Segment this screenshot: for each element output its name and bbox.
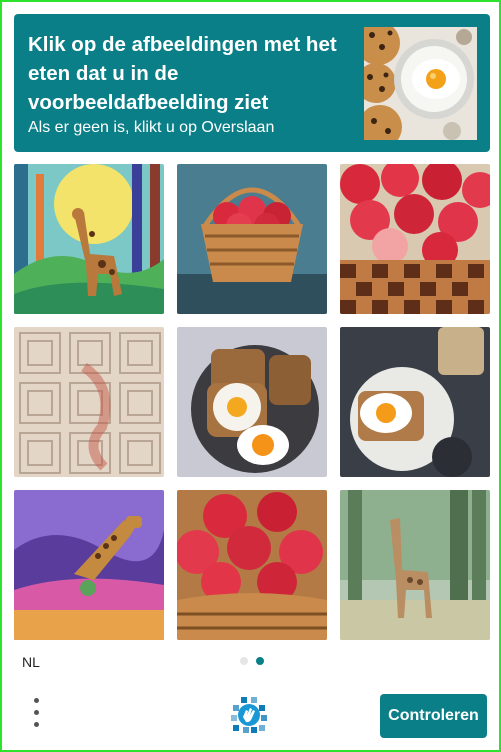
image-tile-apple-basket-closeup[interactable] xyxy=(177,490,327,640)
challenge-subtitle: Als er geen is, klikt u op Overslaan xyxy=(28,119,275,136)
page-dot-1 xyxy=(240,657,248,665)
challenge-header: Klik op de afbeeldingen met het eten dat… xyxy=(14,14,490,152)
sample-image xyxy=(364,27,477,140)
image-tile-egg-toast[interactable] xyxy=(177,327,327,477)
image-tile-giraffe-forest[interactable] xyxy=(14,164,164,314)
page-dot-2-active xyxy=(256,657,264,665)
image-grid xyxy=(14,164,490,640)
menu-dot-icon xyxy=(34,710,39,715)
challenge-title: Klik op de afbeeldingen met het eten dat… xyxy=(28,33,337,114)
image-tile-apple-basket[interactable] xyxy=(177,164,327,314)
image-tile-giraffe-blurry[interactable] xyxy=(340,490,490,640)
hcaptcha-logo-icon xyxy=(231,697,267,733)
menu-dot-icon xyxy=(34,722,39,727)
verify-button[interactable]: Controleren xyxy=(380,694,487,738)
language-selector[interactable]: NL xyxy=(22,654,40,670)
image-tile-apple-basket-checkered[interactable] xyxy=(340,164,490,314)
captcha-frame: Klik op de afbeeldingen met het eten dat… xyxy=(0,0,501,752)
image-tile-giraffe-purple[interactable] xyxy=(14,490,164,640)
image-tile-distorted-pattern[interactable] xyxy=(14,327,164,477)
image-tile-egg-toast-dark[interactable] xyxy=(340,327,490,477)
more-options-menu[interactable] xyxy=(26,696,50,732)
menu-dot-icon xyxy=(34,698,39,703)
